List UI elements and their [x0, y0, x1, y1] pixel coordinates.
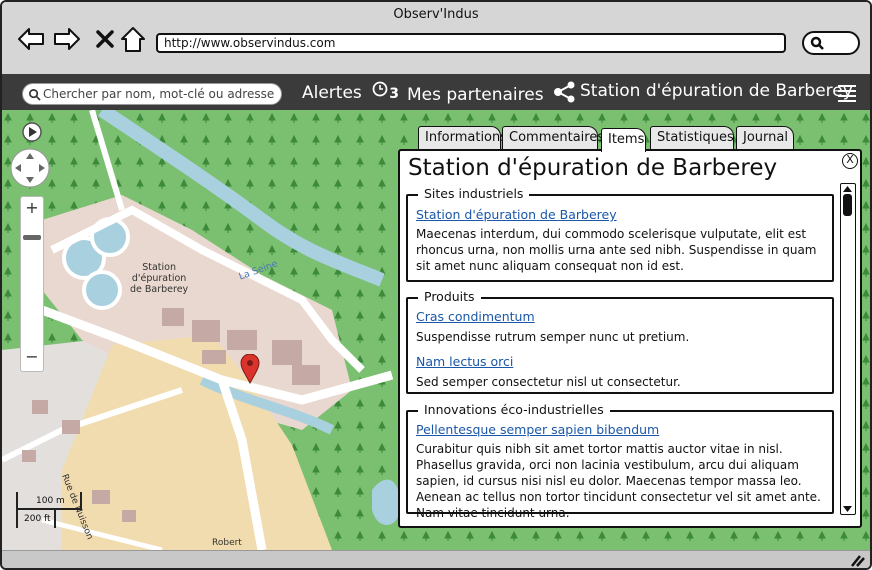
play-icon[interactable]	[22, 122, 42, 142]
resize-grip-icon[interactable]	[850, 554, 866, 568]
status-bar	[2, 550, 870, 568]
item-link[interactable]: Pellentesque semper sapien bibendum	[416, 422, 659, 437]
map-scale: 100 m 200 ft	[16, 492, 82, 528]
browser-chrome: Observ'Indus http://www.observindus.com	[2, 2, 870, 74]
item-description: Suspendisse rutrum semper nunc ut pretiu…	[416, 330, 690, 344]
partners-menu[interactable]: Mes partenaires	[407, 81, 577, 105]
zoom-handle[interactable]	[23, 235, 41, 240]
search-icon	[810, 36, 824, 50]
section-sites-industriels: Sites industriels Station d'épuration de…	[406, 186, 834, 282]
station-label: Station d'épuration de Barberey	[580, 81, 853, 101]
clock-icon	[372, 81, 388, 97]
close-panel-button[interactable]: X	[842, 153, 858, 169]
search-icon	[29, 89, 41, 101]
url-field[interactable]: http://www.observindus.com	[156, 33, 786, 53]
map-marker-icon[interactable]	[240, 354, 260, 384]
home-icon[interactable]	[118, 24, 148, 54]
scroll-down-icon[interactable]	[842, 505, 853, 513]
close-x-icon[interactable]	[90, 24, 120, 54]
tab-commentaires[interactable]: Commentaires	[502, 126, 604, 150]
tab-journal[interactable]: Journal	[736, 126, 794, 150]
zoom-slider[interactable]: + −	[20, 196, 44, 372]
section-produits: Produits Cras condimentum Suspendisse ru…	[406, 289, 834, 394]
section-legend: Innovations éco-industrielles	[418, 402, 610, 417]
alerts-menu[interactable]: Alertes 3	[302, 81, 399, 103]
partners-label: Mes partenaires	[407, 85, 544, 105]
back-icon[interactable]	[16, 24, 46, 54]
section-legend: Produits	[418, 289, 481, 304]
details-panel: Station d'épuration de Barberey X Sites …	[398, 149, 862, 528]
station-menu[interactable]: Station d'épuration de Barberey	[580, 81, 853, 101]
panel-title: Station d'épuration de Barberey	[408, 155, 778, 181]
item-description: Maecenas interdum, dui commodo scelerisq…	[416, 227, 817, 273]
forward-icon[interactable]	[52, 24, 82, 54]
tab-statistiques[interactable]: Statistiques	[650, 126, 734, 150]
pan-icon[interactable]	[10, 148, 50, 188]
search-placeholder: Chercher par nom, mot-clé ou adresse	[43, 87, 275, 101]
panel-scrollbar[interactable]	[840, 183, 856, 515]
alerts-label: Alertes	[302, 83, 362, 103]
item-link[interactable]: Nam lectus orci	[416, 354, 513, 369]
app-toolbar: Chercher par nom, mot-clé ou adresse Ale…	[2, 74, 870, 110]
street-label-robert: Robert	[212, 538, 242, 548]
scroll-thumb[interactable]	[843, 194, 852, 216]
section-innovations: Innovations éco-industrielles Pellentesq…	[406, 402, 834, 520]
tab-items[interactable]: Items	[601, 128, 646, 152]
browser-search-field[interactable]	[802, 31, 860, 55]
alerts-count-badge: 3	[389, 86, 399, 102]
browser-window: Observ'Indus http://www.observindus.com	[0, 0, 872, 570]
window-title: Observ'Indus	[393, 7, 479, 22]
hamburger-menu-icon[interactable]	[836, 82, 858, 104]
share-icon	[553, 81, 575, 103]
zoom-out-icon[interactable]: −	[21, 347, 43, 369]
tab-informations[interactable]: Informations	[418, 126, 507, 150]
search-input[interactable]: Chercher par nom, mot-clé ou adresse	[22, 83, 282, 105]
item-description: Sed semper consectetur nisl ut consectet…	[416, 375, 681, 389]
zoom-in-icon[interactable]: +	[21, 197, 43, 219]
item-description: Curabitur quis nibh sit amet tortor matt…	[416, 442, 821, 520]
map-place-label: Station d'épuration de Barberey	[130, 262, 189, 295]
scroll-up-icon[interactable]	[842, 185, 853, 193]
item-link[interactable]: Cras condimentum	[416, 309, 535, 324]
item-link[interactable]: Station d'épuration de Barberey	[416, 207, 617, 222]
section-legend: Sites industriels	[418, 186, 530, 201]
